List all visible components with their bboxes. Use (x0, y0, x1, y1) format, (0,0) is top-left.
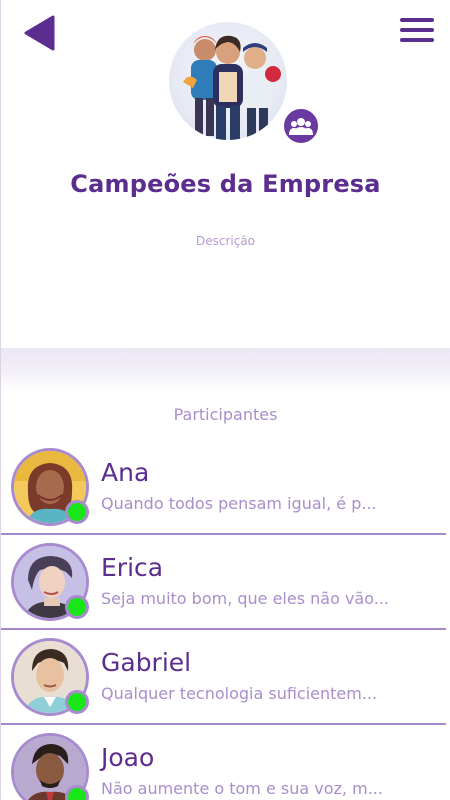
participants-list: Ana Quando todos pensam igual, é p... Er… (1, 440, 450, 800)
list-item[interactable]: Ana Quando todos pensam igual, é p... (1, 440, 450, 535)
group-details-screen: Campeões da Empresa Descrição Participan… (0, 0, 450, 800)
group-title: Campeões da Empresa (70, 170, 381, 198)
participant-status: Seja muito bom, que eles não vão... (101, 589, 389, 608)
list-item[interactable]: Erica Seja muito bom, que eles não vão..… (1, 535, 450, 630)
list-item[interactable]: Joao Não aumente o tom e sua voz, m... (1, 725, 450, 800)
online-status-dot (65, 500, 89, 524)
section-separator (1, 348, 450, 392)
participant-name: Erica (101, 553, 164, 582)
group-badge (281, 106, 321, 146)
group-photo[interactable] (169, 22, 287, 140)
avatar-container (11, 733, 89, 800)
avatar-container (11, 638, 89, 716)
participant-status: Qualquer tecnologia suficientem... (101, 684, 378, 703)
avatar-container (11, 448, 89, 526)
avatar-container (11, 543, 89, 621)
group-people-icon (289, 118, 313, 135)
description-label: Descrição (195, 234, 256, 248)
participant-status: Quando todos pensam igual, é p... (101, 494, 377, 513)
hamburger-menu-icon (400, 18, 434, 22)
menu-button[interactable] (400, 18, 434, 46)
group-illustration (183, 35, 281, 140)
participant-status: Não aumente o tom e sua voz, m... (101, 779, 383, 798)
list-item[interactable]: Gabriel Qualquer tecnologia suficientem.… (1, 630, 450, 725)
back-triangle-icon (24, 15, 55, 51)
back-button[interactable] (21, 14, 57, 52)
online-status-dot (65, 595, 89, 619)
participants-heading: Participantes (173, 405, 278, 424)
participant-name: Joao (101, 743, 155, 772)
online-status-dot (65, 690, 89, 714)
participant-name: Ana (101, 458, 150, 487)
participant-name: Gabriel (101, 648, 192, 677)
